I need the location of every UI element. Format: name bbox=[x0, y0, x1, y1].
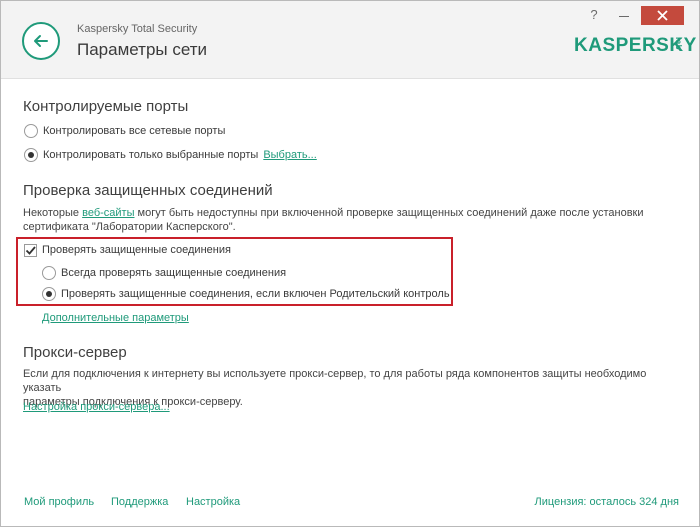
license-status[interactable]: Лицензия: осталось 324 дня bbox=[535, 496, 679, 508]
proxy-section-title: Прокси-сервер bbox=[23, 344, 127, 361]
secure-desc-line1: могут быть недоступны при включенной про… bbox=[134, 207, 644, 219]
radio-always-check[interactable]: Всегда проверять защищенные соединения bbox=[42, 264, 286, 282]
close-icon bbox=[657, 10, 668, 21]
radio-parental-check[interactable]: Проверять защищенные соединения, если вк… bbox=[42, 285, 450, 303]
secure-desc-line2: сертификата "Лаборатории Касперского". bbox=[23, 221, 236, 233]
websites-link[interactable]: веб-сайты bbox=[82, 207, 134, 219]
ports-section-title: Контролируемые порты bbox=[23, 98, 189, 115]
help-button[interactable]: ? bbox=[584, 7, 604, 25]
footer-support[interactable]: Поддержка bbox=[111, 496, 168, 508]
radio-parental-check-label: Проверять защищенные соединения, если вк… bbox=[61, 288, 450, 300]
kaspersky-logo: KASPERSKY lab bbox=[574, 35, 697, 59]
proxy-desc-line1: Если для подключения к интернету вы испо… bbox=[23, 368, 647, 394]
secure-desc-pre: Некоторые bbox=[23, 207, 83, 219]
header: Kaspersky Total Security Параметры сети … bbox=[1, 1, 699, 79]
radio-all-ports-circle[interactable] bbox=[24, 124, 38, 138]
radio-selected-ports[interactable]: Контролировать только выбранные порты Вы… bbox=[24, 146, 317, 164]
settings-window: Kaspersky Total Security Параметры сети … bbox=[0, 0, 700, 527]
minimize-button[interactable] bbox=[613, 5, 635, 23]
logo-lab: lab bbox=[674, 37, 683, 51]
radio-parental-check-circle[interactable] bbox=[42, 287, 56, 301]
check-secure-connections-box[interactable] bbox=[24, 243, 37, 257]
footer-my-profile[interactable]: Мой профиль bbox=[24, 496, 94, 508]
proxy-settings-wrap: Настройка прокси-сервера... bbox=[23, 400, 170, 414]
check-secure-connections-label: Проверять защищенные соединения bbox=[42, 244, 231, 256]
close-button[interactable] bbox=[641, 6, 684, 25]
radio-all-ports-label: Контролировать все сетевые порты bbox=[43, 125, 226, 137]
radio-selected-ports-label: Контролировать только выбранные порты bbox=[43, 149, 259, 161]
radio-always-check-circle[interactable] bbox=[42, 266, 56, 280]
radio-all-ports[interactable]: Контролировать все сетевые порты bbox=[24, 122, 225, 140]
back-button[interactable] bbox=[22, 22, 60, 60]
select-ports-link[interactable]: Выбрать... bbox=[263, 149, 316, 161]
radio-selected-ports-circle[interactable] bbox=[24, 148, 38, 162]
app-name: Kaspersky Total Security bbox=[77, 23, 198, 35]
minimize-icon bbox=[619, 16, 629, 17]
arrow-left-icon bbox=[34, 35, 48, 47]
radio-always-check-label: Всегда проверять защищенные соединения bbox=[61, 267, 287, 279]
advanced-settings-wrap: Дополнительные параметры bbox=[42, 311, 189, 325]
secure-description: Некоторые веб-сайты могут быть недоступн… bbox=[23, 206, 683, 234]
proxy-settings-link[interactable]: Настройка прокси-сервера... bbox=[23, 401, 170, 413]
page-title: Параметры сети bbox=[77, 40, 208, 59]
check-secure-connections[interactable]: Проверять защищенные соединения bbox=[24, 241, 231, 259]
secure-section-title: Проверка защищенных соединений bbox=[23, 182, 273, 199]
footer-settings[interactable]: Настройка bbox=[186, 496, 240, 508]
checkmark-icon bbox=[25, 245, 36, 255]
advanced-settings-link[interactable]: Дополнительные параметры bbox=[42, 312, 189, 324]
